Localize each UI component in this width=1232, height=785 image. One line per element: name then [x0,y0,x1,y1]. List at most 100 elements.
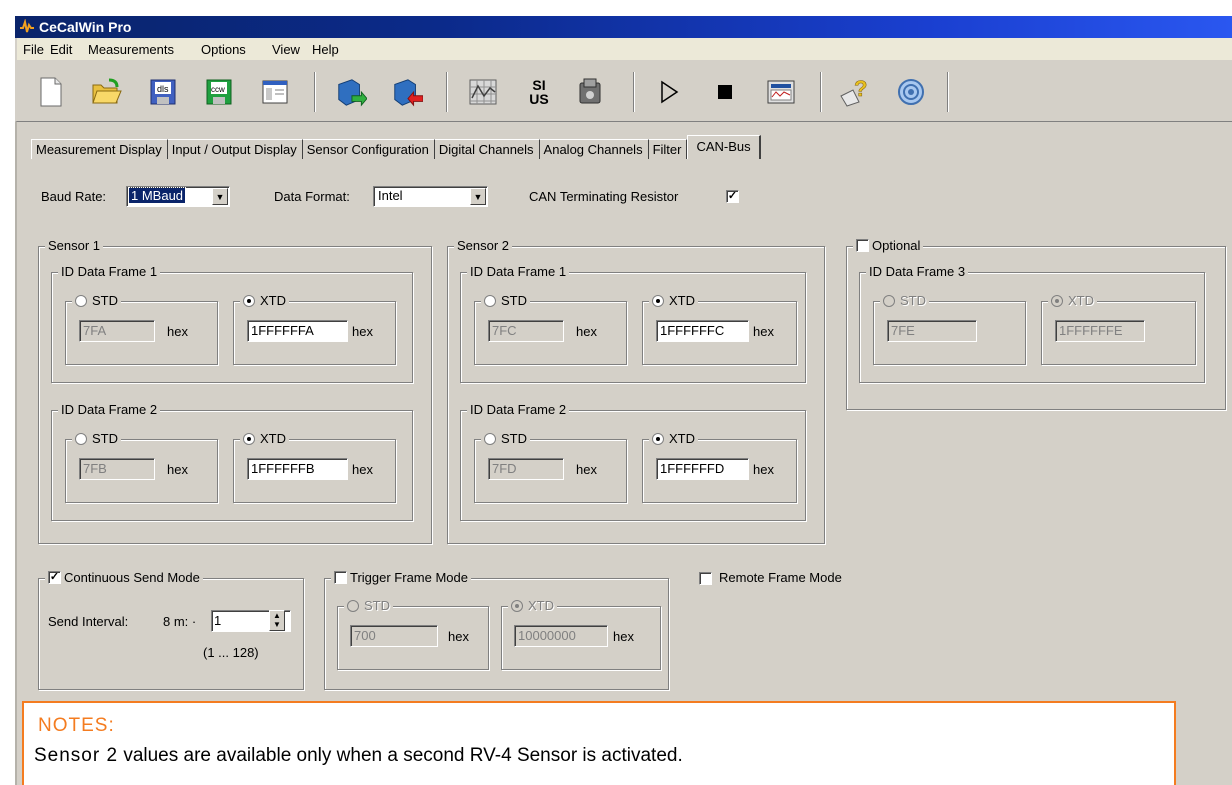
tab-sensor-configuration[interactable]: Sensor Configuration [302,139,435,159]
sensor1-frame2-group: ID Data Frame 2 STD 7FB hex XTD 1FFFFFFB… [51,402,413,521]
xtd-radio[interactable] [652,294,664,307]
help-icon[interactable]: ? [839,76,871,108]
recorder-icon[interactable] [765,76,797,108]
std-label: STD [501,431,527,446]
std-id-field[interactable]: 7FA [79,320,155,342]
frame-title: ID Data Frame 2 [467,402,570,417]
tab-can-bus[interactable]: CAN-Bus [687,135,761,159]
std-radio[interactable] [75,432,87,445]
window-title: CeCalWin Pro [39,19,132,35]
xtd-radio[interactable] [652,432,664,445]
menu-view[interactable]: View [272,42,300,57]
tab-filter[interactable]: Filter [648,139,688,159]
open-folder-icon[interactable] [91,76,123,108]
tab-digital-channels[interactable]: Digital Channels [434,139,540,159]
menu-measurements[interactable]: Measurements [88,42,174,57]
baud-rate-label: Baud Rate: [41,189,107,204]
xtd-label: XTD [260,293,286,308]
hex-label: hex [576,324,597,339]
chevron-down-icon[interactable]: ▼ [470,188,486,205]
optional-checkbox[interactable] [856,239,869,252]
optional-label: Optional [872,238,921,253]
frame-title: ID Data Frame 1 [467,264,570,279]
continuous-send-checkbox[interactable]: ✓ [48,571,61,584]
send-interval-stepper[interactable]: ▲ ▼ [269,610,285,631]
title-bar: CeCalWin Pro [15,16,1232,38]
save-dls-icon[interactable]: dls [147,76,179,108]
std-radio[interactable] [484,294,496,307]
us-label: US [529,91,549,107]
terminating-resistor-checkbox[interactable]: ✓ [726,190,739,203]
xtd-id-field[interactable]: 1FFFFFFB [247,458,348,480]
si-us-units-icon[interactable]: SI US [523,76,555,108]
std-id-field[interactable]: 7FB [79,458,155,480]
trigger-std-id-field[interactable]: 700 [350,625,438,647]
std-id-field[interactable]: 7FC [488,320,564,342]
baud-rate-select[interactable]: 1 MBaud ▼ [126,186,230,207]
xtd-radio[interactable] [243,294,255,307]
remote-frame-label: Remote Frame Mode [719,570,842,585]
layout-icon[interactable] [259,76,291,108]
tab-analog-channels[interactable]: Analog Channels [539,139,649,159]
sensor-device-icon[interactable] [575,76,607,108]
remote-frame-checkbox[interactable] [699,572,712,585]
app-logo-icon [20,19,34,33]
data-format-select[interactable]: Intel ▼ [373,186,488,207]
tab-input-output-display[interactable]: Input / Output Display [167,139,303,159]
play-icon[interactable] [653,76,685,108]
new-file-icon[interactable] [35,76,67,108]
export-icon[interactable] [391,76,423,108]
sensor2-frame1-group: ID Data Frame 1 STD 7FC hex XTD 1FFFFFFC… [460,264,806,383]
xtd-id-field[interactable]: 1FFFFFFD [656,458,749,480]
xtd-radio[interactable] [243,432,255,445]
std-radio[interactable] [883,294,895,307]
std-group: STD 7FC hex [474,293,627,365]
xtd-id-field[interactable]: 1FFFFFFE [1055,320,1145,342]
xtd-id-field[interactable]: 1FFFFFFA [247,320,348,342]
xtd-group: XTD 1FFFFFFE [1041,293,1196,365]
si-label: SI [532,77,546,93]
frame-title: ID Data Frame 3 [866,264,969,279]
std-group: STD 700 hex [337,598,489,670]
chevron-down-icon[interactable]: ▼ [212,188,228,205]
save-ccw-icon[interactable]: ccw [203,76,235,108]
baud-rate-value: 1 MBaud [127,187,187,204]
stop-icon[interactable] [709,76,741,108]
std-radio[interactable] [75,294,87,307]
about-icon[interactable] [895,76,927,108]
import-icon[interactable] [335,76,367,108]
std-group: STD 7FD hex [474,431,627,503]
std-group: STD 7FA hex [65,293,218,365]
std-id-field[interactable]: 7FE [887,320,977,342]
app-window: CeCalWin Pro File Edit Measurements Opti… [0,0,1232,785]
hex-label: hex [352,462,373,477]
xtd-radio[interactable] [511,599,523,612]
std-group: STD 7FB hex [65,431,218,503]
menu-file[interactable]: File [23,42,44,57]
sensor1-group: Sensor 1 ID Data Frame 1 STD 7FA hex XTD… [38,238,432,544]
std-label: STD [900,293,926,308]
can-bus-panel: Baud Rate: 1 MBaud ▼ Data Format: Intel … [15,160,1232,785]
data-format-label: Data Format: [274,189,350,204]
send-interval-range: (1 ... 128) [203,645,259,660]
menu-help[interactable]: Help [312,42,339,57]
terminating-resistor-label: CAN Terminating Resistor [529,189,679,204]
trigger-xtd-id-field[interactable]: 10000000 [514,625,608,647]
notes-text: values are available only when a second … [118,745,683,766]
menu-edit[interactable]: Edit [50,42,72,57]
sensor2-group: Sensor 2 ID Data Frame 1 STD 7FC hex XTD… [447,238,825,544]
xtd-radio[interactable] [1051,294,1063,307]
menu-options[interactable]: Options [201,42,246,57]
xtd-id-field[interactable]: 1FFFFFFC [656,320,749,342]
notes-box: NOTES: Sensor 2 values are available onl… [22,701,1176,785]
grid-chart-icon[interactable] [467,76,499,108]
svg-text:?: ? [854,76,867,101]
tab-measurement-display[interactable]: Measurement Display [31,139,168,159]
hex-label: hex [753,324,774,339]
std-id-field[interactable]: 7FD [488,458,564,480]
trigger-frame-checkbox[interactable] [334,571,347,584]
data-format-value: Intel [378,188,403,203]
std-radio[interactable] [484,432,496,445]
xtd-label: XTD [1068,293,1094,308]
std-radio[interactable] [347,599,359,612]
